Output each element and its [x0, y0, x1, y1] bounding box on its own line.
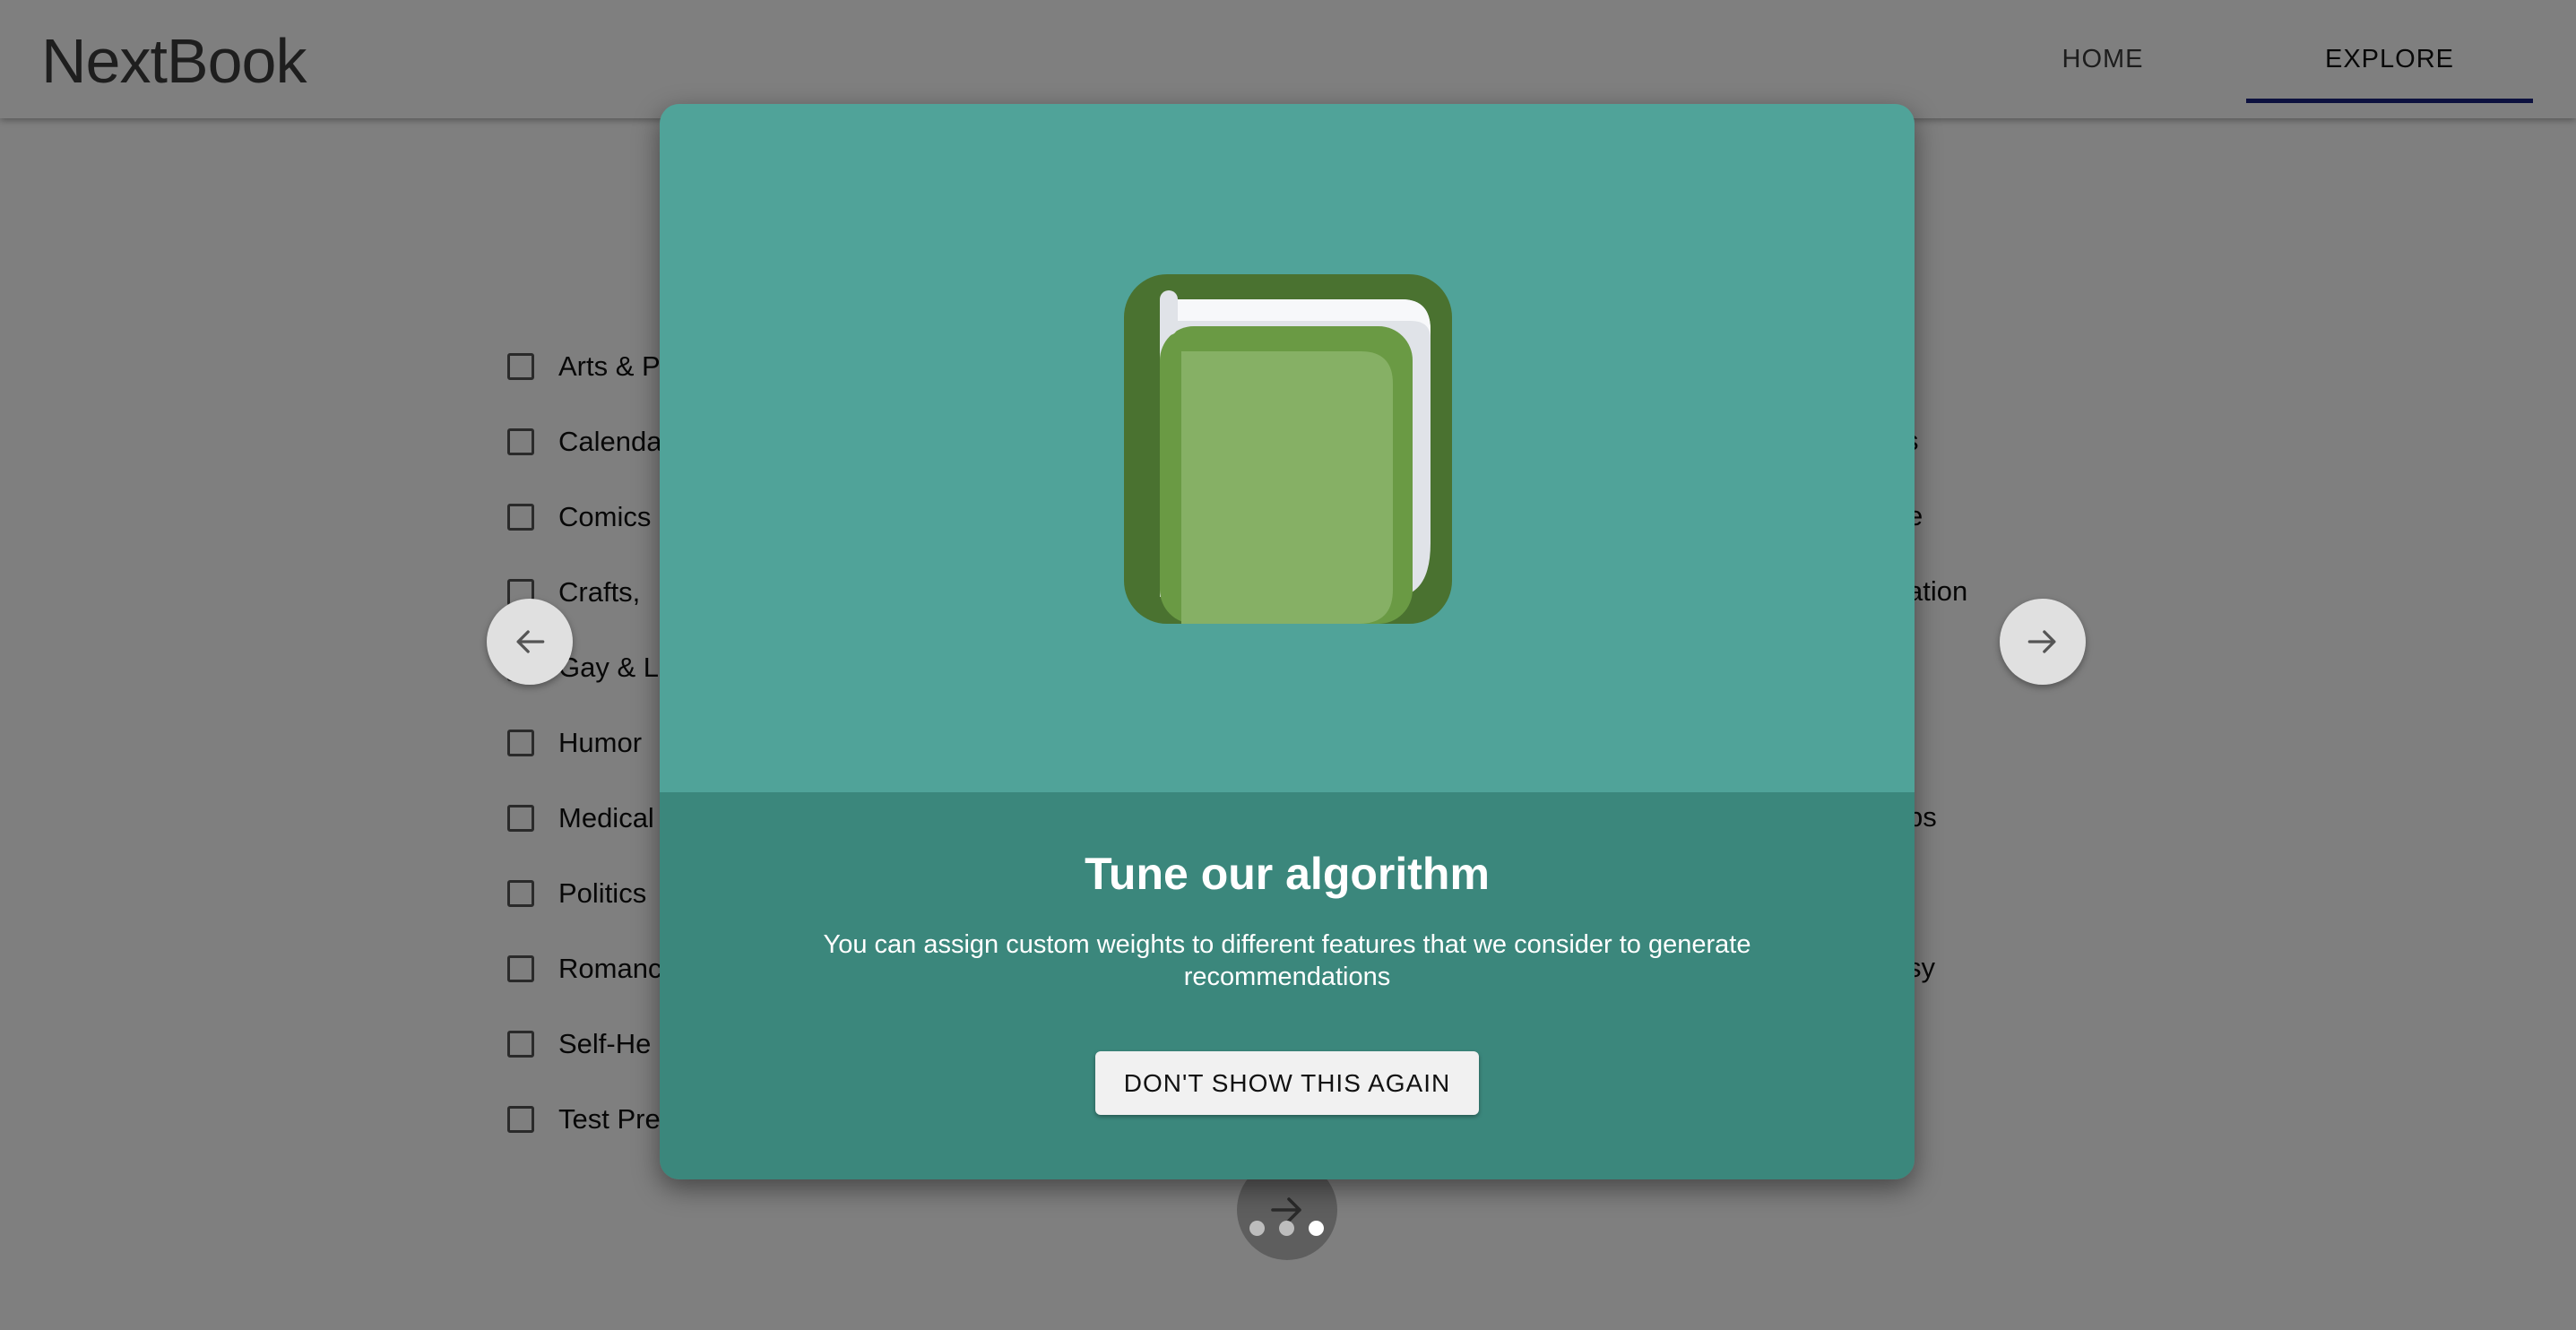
pagination-dot[interactable]	[1279, 1221, 1294, 1236]
onboarding-dialog	[660, 104, 1915, 1179]
dialog-description: You can assign custom weights to differe…	[823, 930, 1751, 991]
dont-show-again-button[interactable]: DON'T SHOW THIS AGAIN	[1095, 1051, 1479, 1115]
previous-slide-button[interactable]	[487, 599, 573, 685]
pagination-dot[interactable]	[1249, 1221, 1265, 1236]
pagination-dots	[1249, 1221, 1324, 1236]
next-slide-button[interactable]	[2000, 599, 2086, 685]
dialog-title: Tune our algorithm	[1085, 849, 1490, 899]
arrow-right-icon	[2027, 630, 2056, 653]
book-icon	[1124, 274, 1452, 624]
dialog-illustration-area	[660, 104, 1915, 792]
arrow-left-icon	[516, 630, 545, 653]
pagination-dot-active[interactable]	[1309, 1221, 1324, 1236]
